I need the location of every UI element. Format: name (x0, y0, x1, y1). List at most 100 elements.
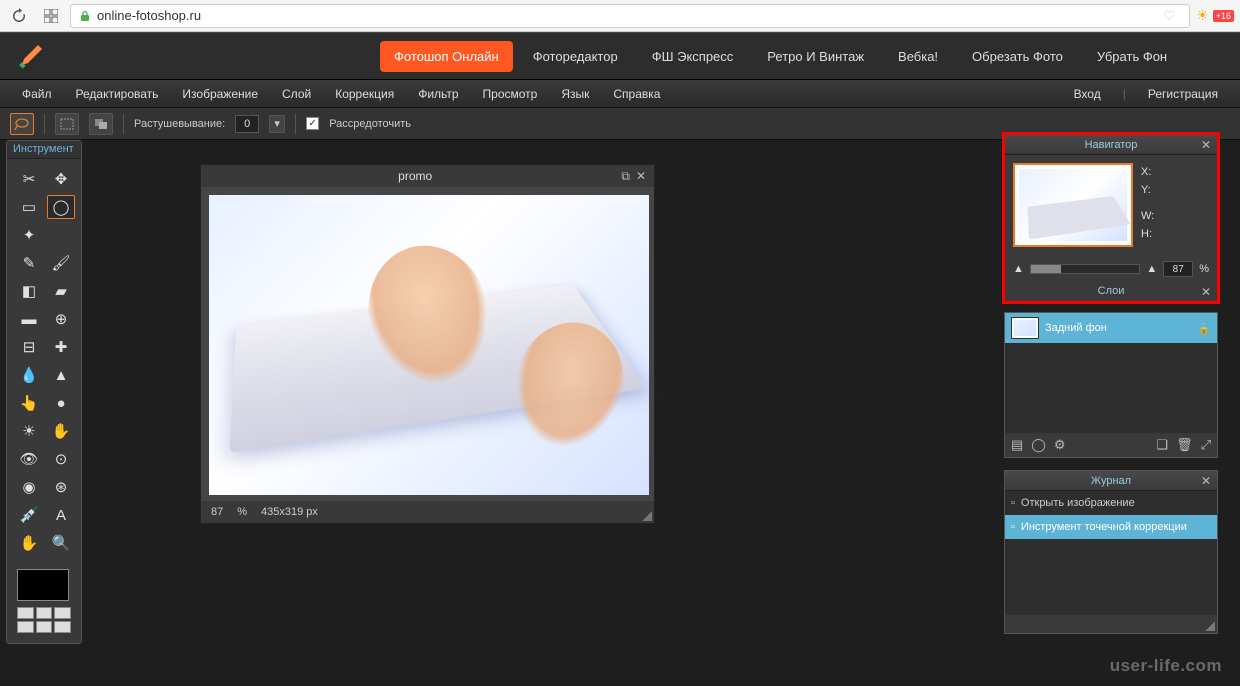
tool-marquee[interactable]: ▭ (15, 195, 43, 219)
menu-редактировать[interactable]: Редактировать (64, 87, 171, 101)
tool-lasso[interactable]: ◯ (47, 195, 75, 219)
selection-mode-new[interactable] (55, 113, 79, 135)
zoom-slider[interactable] (1030, 264, 1140, 274)
navigator-thumbnail[interactable] (1013, 163, 1133, 247)
layers-panel: Задний фон🔒 ▤ ◯ ⚙ ❏ 🗑 ⤢ (1004, 312, 1218, 458)
menu-файл[interactable]: Файл (10, 87, 64, 101)
tool-wand[interactable]: ✦ (15, 223, 43, 247)
history-resize-grip[interactable] (1205, 621, 1215, 631)
tool-brush[interactable]: 🖌 (47, 251, 75, 275)
menu-просмотр[interactable]: Просмотр (471, 87, 550, 101)
navigator-close-icon[interactable]: ✕ (1201, 138, 1211, 152)
nav-обрезать-фото[interactable]: Обрезать Фото (958, 41, 1077, 72)
layer-row[interactable]: Задний фон🔒 (1005, 313, 1217, 343)
feather-value[interactable]: 0 (235, 115, 259, 133)
history-item[interactable]: ▫ Инструмент точечной коррекции (1005, 515, 1217, 539)
tool-gradient[interactable]: ▬ (15, 307, 43, 331)
watermark: user-life.com (1110, 656, 1222, 676)
selection-mode-add[interactable] (89, 113, 113, 135)
resize-grip[interactable] (642, 511, 652, 521)
tool-type[interactable]: A (47, 503, 75, 527)
history-label: Открыть изображение (1021, 497, 1135, 509)
tool-blur[interactable]: 💧 (15, 363, 43, 387)
new-layer-icon[interactable]: ▤ (1011, 437, 1023, 453)
menu-изображение[interactable]: Изображение (170, 87, 270, 101)
menu-коррекция[interactable]: Коррекция (323, 87, 406, 101)
history-icon: ▫ (1011, 521, 1015, 533)
tool-bloat[interactable]: ◉ (15, 475, 43, 499)
canvas-dimensions: 435x319 px (261, 506, 318, 518)
tool-smudge[interactable]: 👆 (15, 391, 43, 415)
feather-dropdown[interactable]: ▾ (269, 115, 285, 133)
extension-badge[interactable]: ☀+16 (1196, 7, 1234, 24)
history-item[interactable]: ▫Открыть изображение (1005, 491, 1217, 515)
history-label: Инструмент точечной коррекции (1021, 521, 1187, 533)
tool-clone[interactable]: ⊕ (47, 307, 75, 331)
tool-sharpen[interactable]: ▲ (47, 363, 75, 387)
tool-picker[interactable]: 💉 (15, 503, 43, 527)
workspace: Инструмент ✂✥▭◯✦✎🖌◧▰▬⊕⊟✚💧▲👆●☀✋👁⊙◉⊛💉A✋🔍 p… (0, 140, 1240, 686)
history-close-icon[interactable]: ✕ (1201, 474, 1211, 488)
history-panel: Журнал ✕ ▫Открыть изображение ▫ Инструмент… (1004, 470, 1218, 634)
apps-button[interactable] (38, 3, 64, 29)
canvas-titlebar[interactable]: promo ⧉ ✕ (201, 165, 654, 187)
swatch-grid[interactable] (17, 607, 71, 633)
canvas-title: promo (209, 169, 621, 183)
tool-heal[interactable]: ✚ (47, 335, 75, 359)
nav-фоторедактор[interactable]: Фоторедактор (519, 41, 632, 72)
tool-pinch[interactable]: ⊛ (47, 475, 75, 499)
tool-eraser[interactable]: ◧ (15, 279, 43, 303)
duplicate-icon[interactable]: ❏ (1156, 437, 1168, 453)
tool-panel: Инструмент ✂✥▭◯✦✎🖌◧▰▬⊕⊟✚💧▲👆●☀✋👁⊙◉⊛💉A✋🔍 (6, 140, 82, 644)
tool-crop[interactable]: ✂ (15, 167, 43, 191)
navigator-zoom-value[interactable]: 87 (1163, 261, 1193, 277)
menu-язык[interactable]: Язык (549, 87, 601, 101)
tool-hand[interactable]: ✋ (15, 531, 43, 555)
tool-stamp[interactable]: ⊟ (15, 335, 43, 359)
refresh-button[interactable] (6, 3, 32, 29)
tool-move[interactable]: ✥ (47, 167, 75, 191)
menu-справка[interactable]: Справка (601, 87, 672, 101)
close-icon[interactable]: ✕ (636, 169, 646, 184)
expand-icon[interactable]: ⤢ (1201, 437, 1211, 453)
history-header: Журнал ✕ (1005, 471, 1217, 491)
tool-blank1[interactable] (47, 223, 75, 247)
foreground-color[interactable] (17, 569, 69, 601)
url-bar[interactable]: online-fotoshop.ru ♡ (70, 4, 1190, 28)
menu-фильтр[interactable]: Фильтр (406, 87, 470, 101)
lock-icon (79, 10, 91, 22)
favorite-icon[interactable]: ♡ (1164, 8, 1176, 24)
spread-checkbox[interactable]: ✓ (306, 117, 319, 130)
nav-фотошоп-онлайн[interactable]: Фотошоп Онлайн (380, 41, 513, 72)
nav-ретро-и-винтаж[interactable]: Ретро И Винтаж (753, 41, 878, 72)
tool-paint[interactable]: ▰ (47, 279, 75, 303)
tool-dodge[interactable]: ☀ (15, 419, 43, 443)
tool-sponge[interactable]: ● (47, 391, 75, 415)
site-logo[interactable] (14, 41, 44, 71)
navigator-info: X: Y: W: H: (1141, 163, 1154, 247)
spread-label: Рассредоточить (329, 118, 411, 130)
nav-вебка![interactable]: Вебка! (884, 41, 952, 72)
delete-layer-icon[interactable]: 🗑 (1176, 437, 1193, 453)
feather-label: Растушевывание: (134, 118, 225, 130)
menu-слой[interactable]: Слой (270, 87, 323, 101)
zoom-out-icon[interactable]: ▲ (1013, 263, 1024, 275)
tool-pencil[interactable]: ✎ (15, 251, 43, 275)
canvas-image[interactable] (209, 195, 649, 495)
tool-zoom[interactable]: 🔍 (47, 531, 75, 555)
layer-name: Задний фон (1045, 322, 1107, 334)
tool-burn[interactable]: ✋ (47, 419, 75, 443)
mask-icon[interactable]: ◯ (1031, 437, 1046, 453)
tool-redeye[interactable]: 👁 (15, 447, 43, 471)
tool-spot[interactable]: ⊙ (47, 447, 75, 471)
fx-icon[interactable]: ⚙ (1054, 437, 1066, 453)
maximize-icon[interactable]: ⧉ (621, 169, 630, 184)
navigator-header: Навигатор ✕ (1005, 135, 1217, 155)
register-link[interactable]: Регистрация (1136, 87, 1230, 101)
browser-bar: online-fotoshop.ru ♡ ☀+16 (0, 0, 1240, 32)
nav-убрать-фон[interactable]: Убрать Фон (1083, 41, 1181, 72)
layers-close-icon[interactable]: ✕ (1201, 285, 1211, 299)
login-link[interactable]: Вход (1062, 87, 1113, 101)
nav-фш-экспресс[interactable]: ФШ Экспресс (638, 41, 748, 72)
zoom-in-icon[interactable]: ▲ (1146, 263, 1157, 275)
